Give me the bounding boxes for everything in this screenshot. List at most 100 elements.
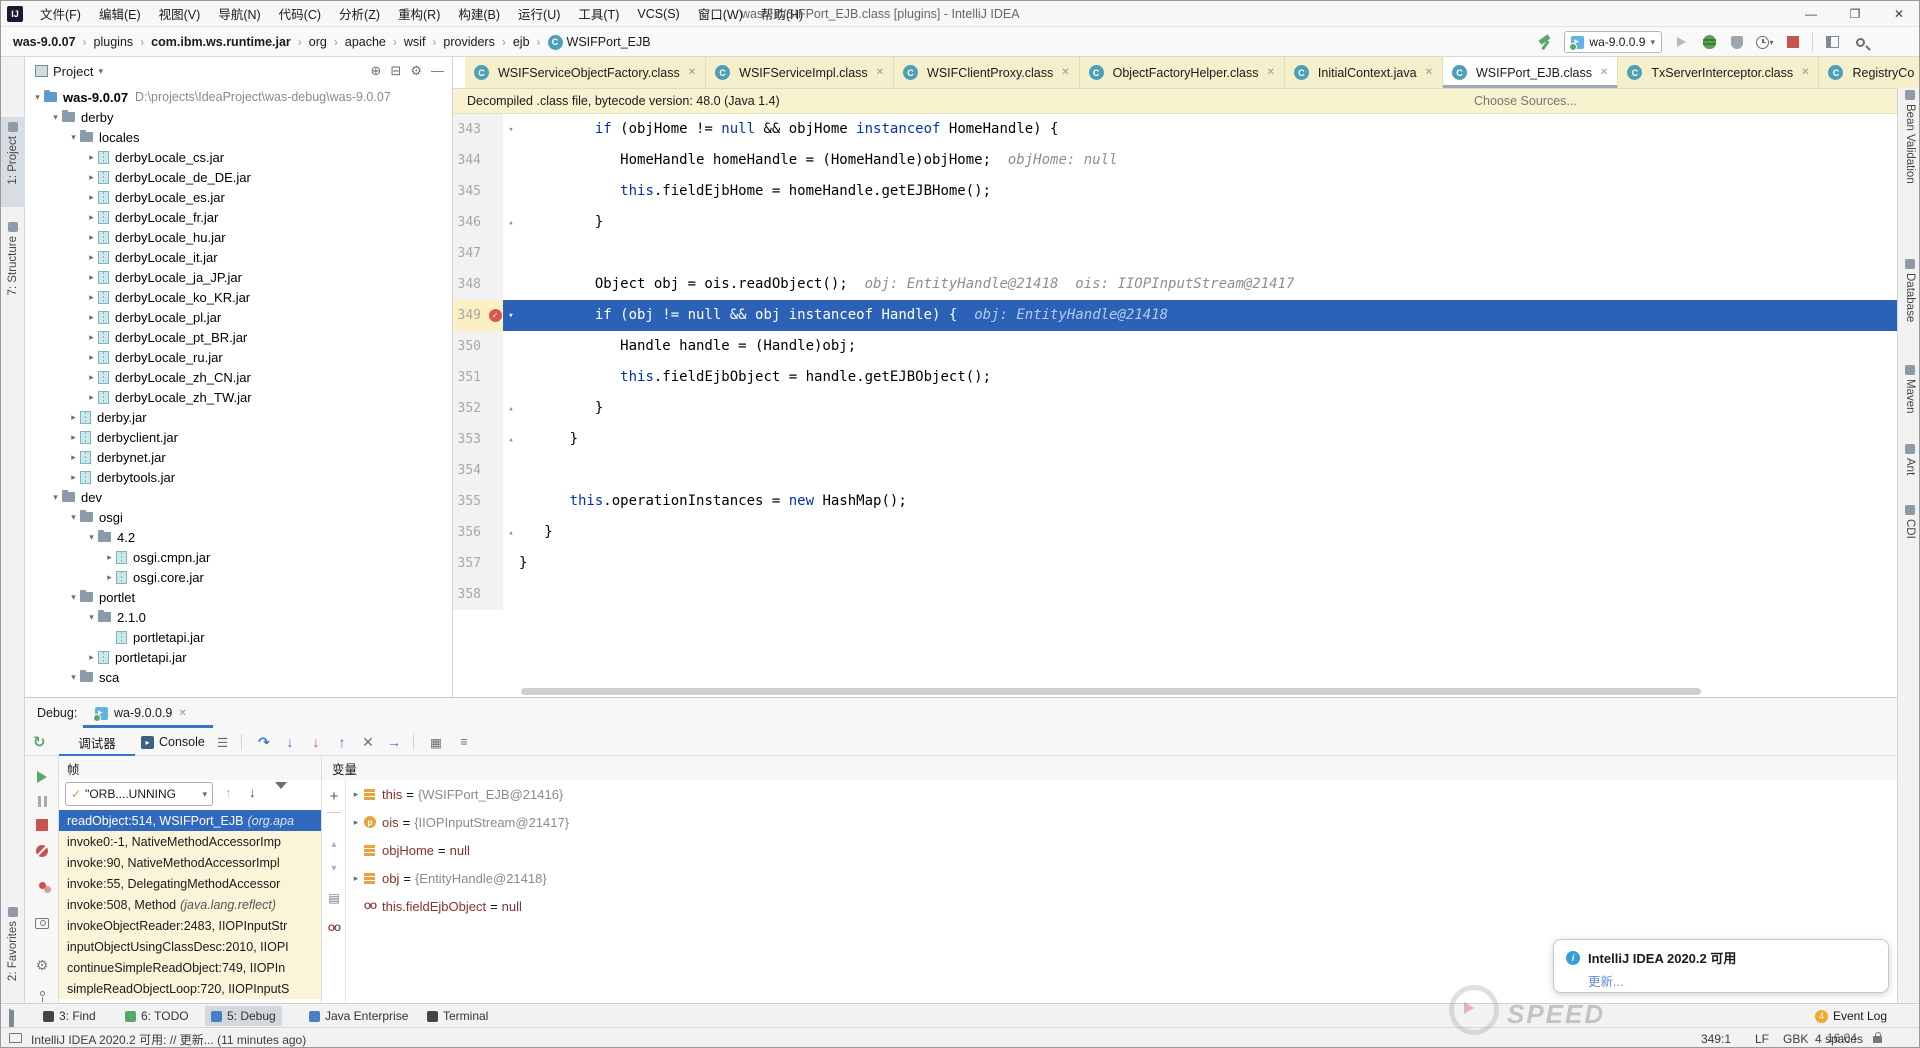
line-number[interactable]: 346 xyxy=(453,207,487,238)
code-line[interactable]: 343▾ if (objHome != null && objHome inst… xyxy=(453,114,1897,145)
tree-row[interactable]: ▾sca xyxy=(25,667,452,687)
variable-row[interactable]: ▸this={WSIFPort_EJB@21416} xyxy=(348,780,1897,808)
tree-row[interactable]: ▸derbynet.jar xyxy=(25,447,452,467)
horizontal-scrollbar[interactable] xyxy=(521,688,1701,695)
debug-button[interactable] xyxy=(1700,33,1718,51)
line-number[interactable]: 347 xyxy=(453,238,487,269)
code-text[interactable]: } xyxy=(519,548,1897,579)
gutter-breakpoint-area[interactable] xyxy=(487,331,503,362)
line-number[interactable]: 354 xyxy=(453,455,487,486)
hamburger-menu-icon[interactable]: ☰ xyxy=(217,728,235,756)
code-text[interactable]: this.operationInstances = new HashMap(); xyxy=(519,486,1897,517)
code-line[interactable]: 358 xyxy=(453,579,1897,610)
tree-row[interactable]: ▾derby xyxy=(25,107,452,127)
stack-frame-row[interactable]: simpleReadObjectLoop:720, IIOPInputS xyxy=(59,978,321,999)
tree-row[interactable]: ▸derby.jar xyxy=(25,407,452,427)
tree-chevron-icon[interactable]: ▸ xyxy=(67,432,80,443)
fold-marker-icon[interactable]: ▴ xyxy=(503,207,519,238)
line-number[interactable]: 352 xyxy=(453,393,487,424)
tree-chevron-icon[interactable]: ▾ xyxy=(31,92,44,103)
expand-chevron-icon[interactable]: ▸ xyxy=(348,817,364,828)
next-occurrence-icon[interactable]: ▼ xyxy=(322,858,346,878)
expand-chevron-icon[interactable]: ▸ xyxy=(348,873,364,884)
code-line[interactable]: 348 Object obj = ois.readObject(); obj: … xyxy=(453,269,1897,300)
code-text[interactable]: } xyxy=(519,424,1897,455)
tree-row[interactable]: ▾locales xyxy=(25,127,452,147)
breadcrumb-item[interactable]: CWSIFPort_EJB xyxy=(546,35,653,50)
tree-chevron-icon[interactable]: ▾ xyxy=(49,492,62,503)
fold-marker-icon[interactable]: ▴ xyxy=(503,424,519,455)
code-line[interactable]: 353▴ } xyxy=(453,424,1897,455)
stack-frame-row[interactable]: invoke:508, Method (java.lang.reflect) xyxy=(59,894,321,915)
stop-icon[interactable] xyxy=(25,814,59,836)
sidebar-item-maven[interactable]: Maven xyxy=(1898,360,1920,429)
tree-chevron-icon[interactable]: ▸ xyxy=(85,232,98,243)
tree-row[interactable]: ▾4.2 xyxy=(25,527,452,547)
code-text[interactable] xyxy=(519,455,1897,486)
menu-item[interactable]: 文件(F) xyxy=(31,1,90,27)
variable-row[interactable]: ▸pois={IIOPInputStream@21417} xyxy=(348,808,1897,836)
code-editor[interactable]: 343▾ if (objHome != null && objHome inst… xyxy=(453,114,1897,697)
minimize-button[interactable]: — xyxy=(1789,1,1833,27)
tab-console[interactable]: ▸Console xyxy=(141,728,211,756)
code-line[interactable]: 346▴ } xyxy=(453,207,1897,238)
gutter-breakpoint-area[interactable] xyxy=(487,486,503,517)
tree-row[interactable]: ▸derbyLocale_pt_BR.jar xyxy=(25,327,452,347)
menu-item[interactable]: 重构(R) xyxy=(389,1,449,27)
sidebar-item-bean-validation[interactable]: Bean Validation xyxy=(1898,85,1920,244)
code-text[interactable]: } xyxy=(519,393,1897,424)
stack-frame-row[interactable]: readObject:514, WSIFPort_EJB (org.apa xyxy=(59,810,321,831)
line-separator[interactable]: LF xyxy=(1755,1028,1769,1048)
run-button[interactable] xyxy=(1672,33,1690,51)
line-number[interactable]: 358 xyxy=(453,579,487,610)
menu-item[interactable]: 分析(Z) xyxy=(330,1,389,27)
tree-chevron-icon[interactable]: ▸ xyxy=(85,312,98,323)
tree-row[interactable]: ▸osgi.core.jar xyxy=(25,567,452,587)
code-line[interactable]: 344 HomeHandle homeHandle = (HomeHandle)… xyxy=(453,145,1897,176)
gutter-breakpoint-area[interactable] xyxy=(487,548,503,579)
menu-item[interactable]: VCS(S) xyxy=(628,1,688,27)
line-number[interactable]: 350 xyxy=(453,331,487,362)
line-number[interactable]: 349 xyxy=(453,300,487,331)
tree-chevron-icon[interactable]: ▸ xyxy=(85,332,98,343)
code-text[interactable] xyxy=(519,579,1897,610)
editor-tab[interactable]: CWSIFServiceObjectFactory.class✕ xyxy=(465,57,706,88)
close-button[interactable]: ✕ xyxy=(1877,1,1920,27)
fold-marker-icon[interactable]: ▴ xyxy=(503,393,519,424)
tree-row[interactable]: ▸derbyLocale_fr.jar xyxy=(25,207,452,227)
gutter-breakpoint-area[interactable] xyxy=(487,455,503,486)
editor-tab[interactable]: CWSIFServiceImpl.class✕ xyxy=(706,57,894,88)
breakpoint-icon[interactable]: ✓ xyxy=(489,309,502,322)
breadcrumb-item[interactable]: plugins xyxy=(92,35,136,49)
step-over-icon[interactable]: ↷ xyxy=(253,728,275,756)
gutter-breakpoint-area[interactable]: ✓ xyxy=(487,300,503,331)
breadcrumb-item[interactable]: com.ibm.ws.runtime.jar xyxy=(149,35,293,49)
gutter-breakpoint-area[interactable] xyxy=(487,517,503,548)
add-watch-icon[interactable]: + xyxy=(322,786,346,806)
line-number[interactable]: 351 xyxy=(453,362,487,393)
toolbar-item-terminal[interactable]: Terminal xyxy=(421,1006,494,1026)
gutter-breakpoint-area[interactable] xyxy=(487,207,503,238)
line-number[interactable]: 344 xyxy=(453,145,487,176)
code-text[interactable]: Handle handle = (Handle)obj; xyxy=(519,331,1897,362)
caret-position[interactable]: 349:1 xyxy=(1701,1028,1731,1048)
stack-frame-row[interactable]: continueSimpleReadObject:749, IIOPIn xyxy=(59,957,321,978)
code-line[interactable]: 347 xyxy=(453,238,1897,269)
code-text[interactable]: this.fieldEjbHome = homeHandle.getEJBHom… xyxy=(519,176,1897,207)
encoding[interactable]: GBK xyxy=(1783,1028,1808,1048)
tab-close-icon[interactable]: ✕ xyxy=(1061,67,1069,78)
line-number[interactable]: 357 xyxy=(453,548,487,579)
editor-tab[interactable]: CObjectFactoryHelper.class✕ xyxy=(1080,57,1285,88)
code-line[interactable]: 350 Handle handle = (Handle)obj; xyxy=(453,331,1897,362)
mute-breakpoints-icon[interactable] xyxy=(25,840,59,862)
tree-chevron-icon[interactable]: ▸ xyxy=(67,412,80,423)
sidebar-item-database[interactable]: Database xyxy=(1898,254,1920,350)
tree-chevron-icon[interactable]: ▸ xyxy=(85,372,98,383)
tree-chevron-icon[interactable]: ▾ xyxy=(67,512,80,523)
toolbar-item-5-debug[interactable]: 5: Debug xyxy=(205,1006,282,1026)
tree-chevron-icon[interactable]: ▸ xyxy=(85,252,98,263)
fold-marker-icon[interactable]: ▴ xyxy=(503,517,519,548)
tree-chevron-icon[interactable]: ▸ xyxy=(85,272,98,283)
layout-settings-icon[interactable]: ≡ xyxy=(453,728,475,756)
tab-close-icon[interactable]: ✕ xyxy=(1600,67,1608,78)
